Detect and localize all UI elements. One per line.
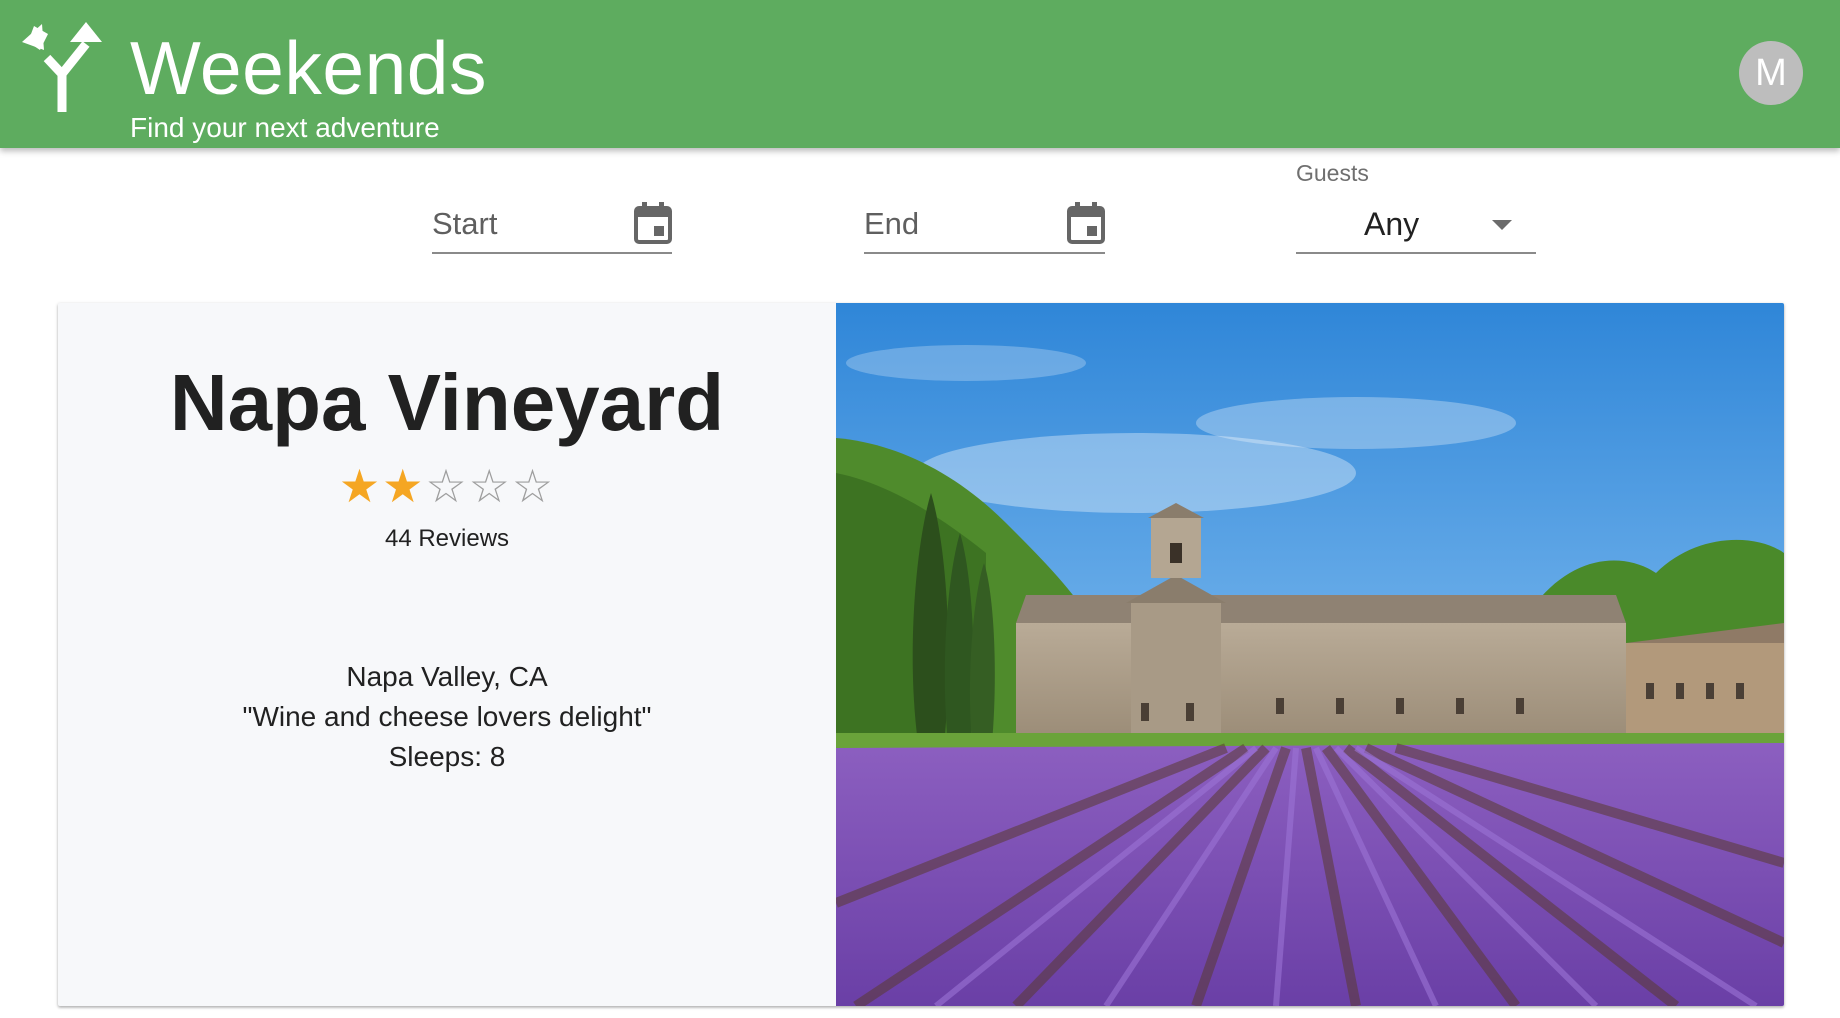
star-rating: ★★☆☆☆ [58,461,836,511]
star-outline-icon: ☆ [468,460,512,512]
calendar-icon[interactable] [1067,202,1105,244]
user-avatar[interactable]: M [1739,41,1803,105]
star-filled-icon: ★ [338,460,383,512]
listing-info: Napa Vineyard ★★☆☆☆ 44 Reviews Napa Vall… [58,303,836,1006]
listing-sleeps: Sleeps: 8 [388,741,506,772]
star-outline-icon: ☆ [425,460,469,512]
app-subtitle: Find your next adventure [130,112,440,143]
guests-value: Any [1364,206,1420,242]
app-title: Weekends [130,26,487,110]
dropdown-caret-icon[interactable] [1492,220,1512,230]
guests-underline [1296,252,1536,254]
end-date-field[interactable]: End [864,194,1105,254]
listing-photo[interactable] [836,303,1784,1006]
review-count: 44 Reviews [384,525,510,552]
start-date-field[interactable]: Start [432,194,672,254]
end-date-underline [864,252,1105,254]
listing-details: Napa Valley, CA "Wine and cheese lovers … [58,657,836,777]
listing-location: Napa Valley, CA [346,661,548,692]
fork-arrows-icon[interactable] [20,20,104,112]
start-date-underline [432,252,672,254]
guests-select[interactable]: Any [1296,194,1536,254]
listing-card[interactable]: Napa Vineyard ★★☆☆☆ 44 Reviews Napa Vall… [58,303,1784,1006]
listing-title: Napa Vineyard [169,358,725,447]
calendar-icon[interactable] [634,202,672,244]
listing-tagline: "Wine and cheese lovers delight" [242,701,652,732]
end-date-placeholder: End [864,206,920,241]
star-filled-icon: ★ [382,460,426,512]
app-bar: Weekends Find your next adventure M [0,0,1840,148]
star-outline-icon: ☆ [511,460,556,512]
guests-label: Guests [1296,160,1369,186]
start-date-placeholder: Start [432,206,498,241]
